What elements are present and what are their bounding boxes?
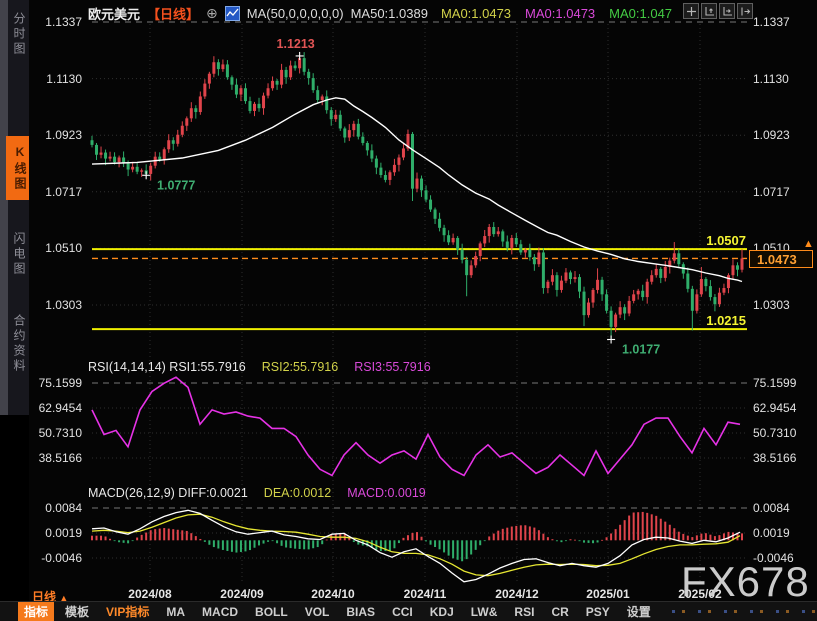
watermark: FX678 <box>681 558 810 606</box>
toolbar-item-BOLL[interactable]: BOLL <box>249 604 294 620</box>
ma-legend-value: MA0:1.0473 <box>525 6 595 21</box>
rsi-title: RSI(14,14,14) RSI1:55.7916 <box>88 360 246 374</box>
sidebar-scrollbar[interactable] <box>0 0 8 415</box>
dea-value: DEA:0.0012 <box>264 486 331 500</box>
chart-header: 欧元美元 【日线】 ⊕ MA(50,0,0,0,0,0) MA50:1.0389… <box>88 4 672 23</box>
toolbar-item-VOL[interactable]: VOL <box>299 604 336 620</box>
support-level-label: 1.0215 <box>636 313 746 328</box>
rsi-line <box>92 377 740 475</box>
toolbar-item-KDJ[interactable]: KDJ <box>424 604 460 620</box>
ma-legend: MA0:1.0473 MA0:1.0473 MA0:1.047 <box>441 6 672 21</box>
toolbar-item-MA[interactable]: MA <box>160 604 191 620</box>
toolbar-item-PSY[interactable]: PSY <box>580 604 616 620</box>
chart-application: 1.12131.07771.0177 1.13371.13371.11301.1… <box>0 0 817 621</box>
add-circle-icon[interactable]: ⊕ <box>206 5 218 22</box>
sidebar-item-4[interactable]: 合约资料 <box>9 302 28 386</box>
toolbar-item-LW&[interactable]: LW& <box>465 604 504 620</box>
sidebar: 分时图 K线图闪电图合约资料 <box>0 0 29 621</box>
toolbar-item-模板[interactable]: 模板 <box>59 602 95 621</box>
toolbar-item-BIAS[interactable]: BIAS <box>340 604 381 620</box>
chart-tool-buttons <box>683 3 753 19</box>
axis-pan-button[interactable] <box>719 3 735 19</box>
sidebar-item-3[interactable]: 闪电图 <box>9 224 28 284</box>
symbol-name: 欧元美元 <box>88 4 140 23</box>
period-tag: 【日线】 <box>147 4 199 23</box>
swing-annotation-label: 1.0177 <box>622 342 660 356</box>
ma-formula: MA(50,0,0,0,0,0) <box>247 6 344 21</box>
chart-canvas[interactable]: 1.1213 1.0777 1.0177 <box>0 0 817 621</box>
toolbar-item-设置[interactable]: 设置 <box>621 602 657 621</box>
bottom-toolbar: 指标模板 VIP指标 MA MACD BOLL VOLBIAS CCI KDJ LW&RSI CR… <box>0 601 817 621</box>
rsi-header: RSI(14,14,14) RSI1:55.7916 RSI2:55.7916 … <box>88 360 431 374</box>
expand-panel-button[interactable] <box>737 3 753 19</box>
swing-annotation-label: 1.1213 <box>277 37 315 51</box>
toolbar-item-指标[interactable]: 指标 <box>18 602 54 621</box>
ma-legend-value: MA0:1.047 <box>609 6 672 21</box>
resistance-level-label: 1.0507 <box>636 233 746 248</box>
sidebar-item-1[interactable]: 分时图 <box>9 6 28 62</box>
candlestick-series[interactable] <box>91 52 744 339</box>
toolbar-item-VIP指标[interactable]: VIP指标 <box>100 602 155 621</box>
swing-annotation-label: 1.0777 <box>157 178 195 192</box>
rsi3-value: RSI3:55.7916 <box>354 360 430 374</box>
toolbar-item-CCI[interactable]: CCI <box>386 604 419 620</box>
ma-legend-value: MA0:1.0473 <box>441 6 511 21</box>
macd-title: MACD(26,12,9) DIFF:0.0021 <box>88 486 248 500</box>
ma50-value: MA50:1.0389 <box>351 6 428 21</box>
rsi2-value: RSI2:55.7916 <box>262 360 338 374</box>
last-price-box: 1.0473 <box>749 250 813 268</box>
axis-scale-button[interactable] <box>701 3 717 19</box>
macd-value: MACD:0.0019 <box>347 486 426 500</box>
indicator-chart-icon[interactable] <box>225 6 240 21</box>
toolbar-dotted-divider <box>672 610 817 613</box>
sidebar-item-2[interactable]: K线图 <box>6 136 29 200</box>
toolbar-item-RSI[interactable]: RSI <box>508 604 540 620</box>
toolbar-item-MACD[interactable]: MACD <box>196 604 244 620</box>
crosshair-tool-button[interactable] <box>683 3 699 19</box>
macd-header: MACD(26,12,9) DIFF:0.0021 DEA:0.0012 MAC… <box>88 486 426 500</box>
toolbar-item-CR[interactable]: CR <box>545 604 574 620</box>
price-up-arrow-icon: ▲ <box>803 238 814 250</box>
